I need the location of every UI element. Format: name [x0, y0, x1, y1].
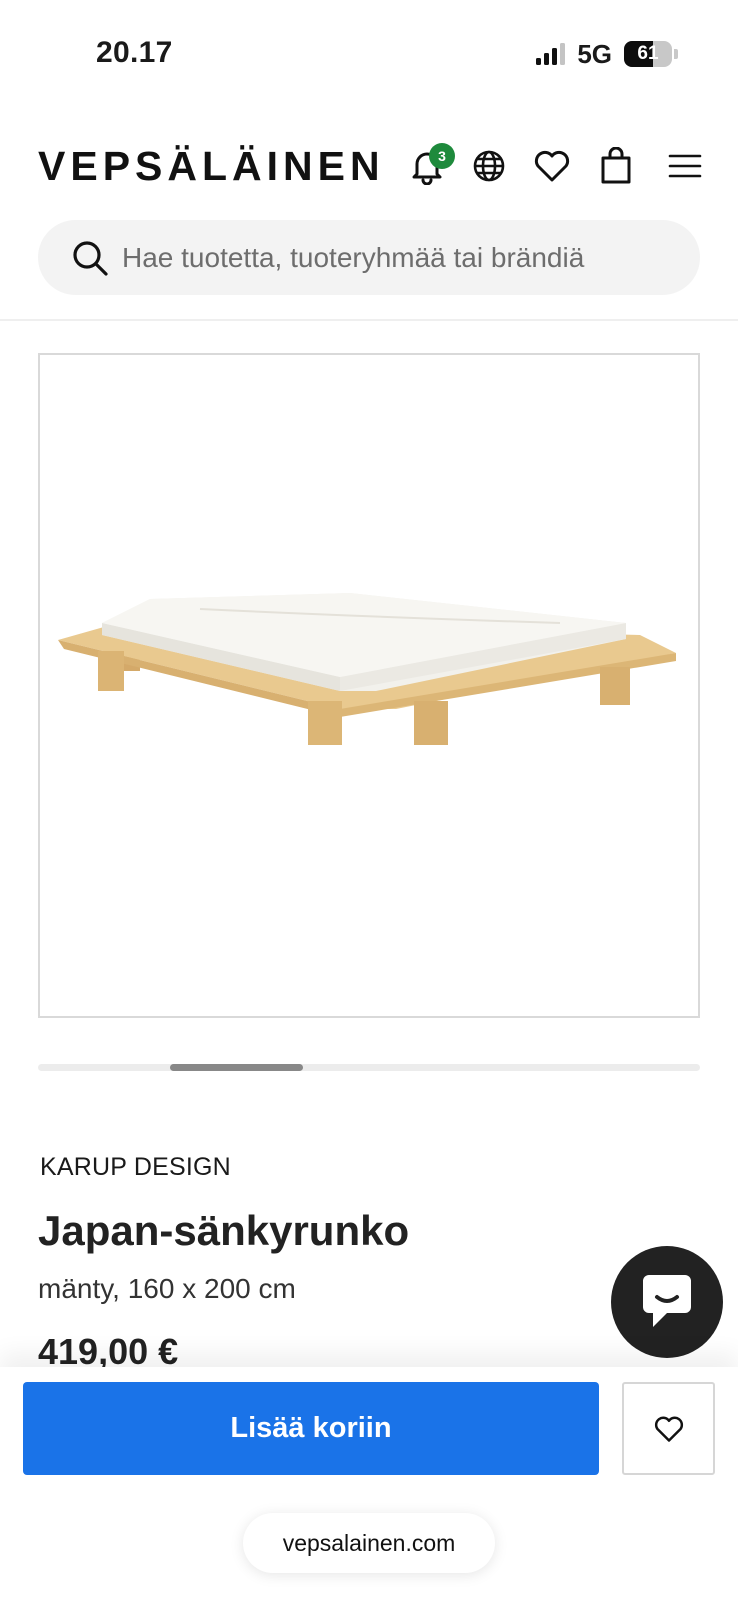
network-type: 5G	[577, 38, 612, 69]
chat-bubble-icon	[643, 1275, 691, 1327]
product-variant: mänty, 160 x 200 cm	[38, 1273, 296, 1304]
wishlist-button[interactable]	[530, 144, 574, 188]
heart-icon	[654, 1416, 683, 1442]
header-divider	[0, 319, 738, 321]
battery-cap	[674, 49, 678, 59]
signal-bar	[536, 58, 542, 65]
signal-strength-icon	[536, 43, 566, 65]
header-actions	[0, 142, 738, 190]
heart-icon	[534, 150, 570, 182]
search-input[interactable]	[122, 227, 700, 288]
product-title: Japan-sänkyrunko	[38, 1207, 410, 1254]
menu-icon	[668, 154, 702, 178]
product-image[interactable]	[38, 353, 700, 1018]
add-to-cart-button[interactable]: Lisää koriin	[23, 1382, 599, 1475]
shopping-bag-icon	[601, 147, 631, 184]
carousel-scrollbar[interactable]	[38, 1064, 700, 1071]
browser-url[interactable]: vepsalainen.com	[243, 1513, 495, 1573]
add-to-wishlist-button[interactable]	[622, 1382, 715, 1475]
signal-bar	[544, 53, 550, 65]
battery-level: 61	[637, 43, 659, 64]
menu-button[interactable]	[663, 144, 707, 188]
status-indicators: 5G 61	[536, 38, 678, 70]
bottom-action-bar: Lisää koriin vepsalainen.com	[0, 1367, 738, 1600]
carousel-scrollbar-thumb[interactable]	[170, 1064, 303, 1071]
search-bar	[38, 220, 700, 295]
signal-bar	[552, 48, 558, 65]
globe-icon	[473, 150, 505, 182]
signal-bar	[560, 43, 566, 65]
product-brand[interactable]: KARUP DESIGN	[40, 1153, 231, 1182]
chat-button[interactable]	[611, 1246, 723, 1358]
status-time: 20.17	[96, 36, 173, 69]
notification-badge: 3	[429, 143, 455, 169]
search-icon[interactable]	[70, 238, 110, 278]
battery-icon: 61	[624, 41, 672, 67]
language-button[interactable]	[467, 144, 511, 188]
cart-button[interactable]	[594, 144, 638, 188]
